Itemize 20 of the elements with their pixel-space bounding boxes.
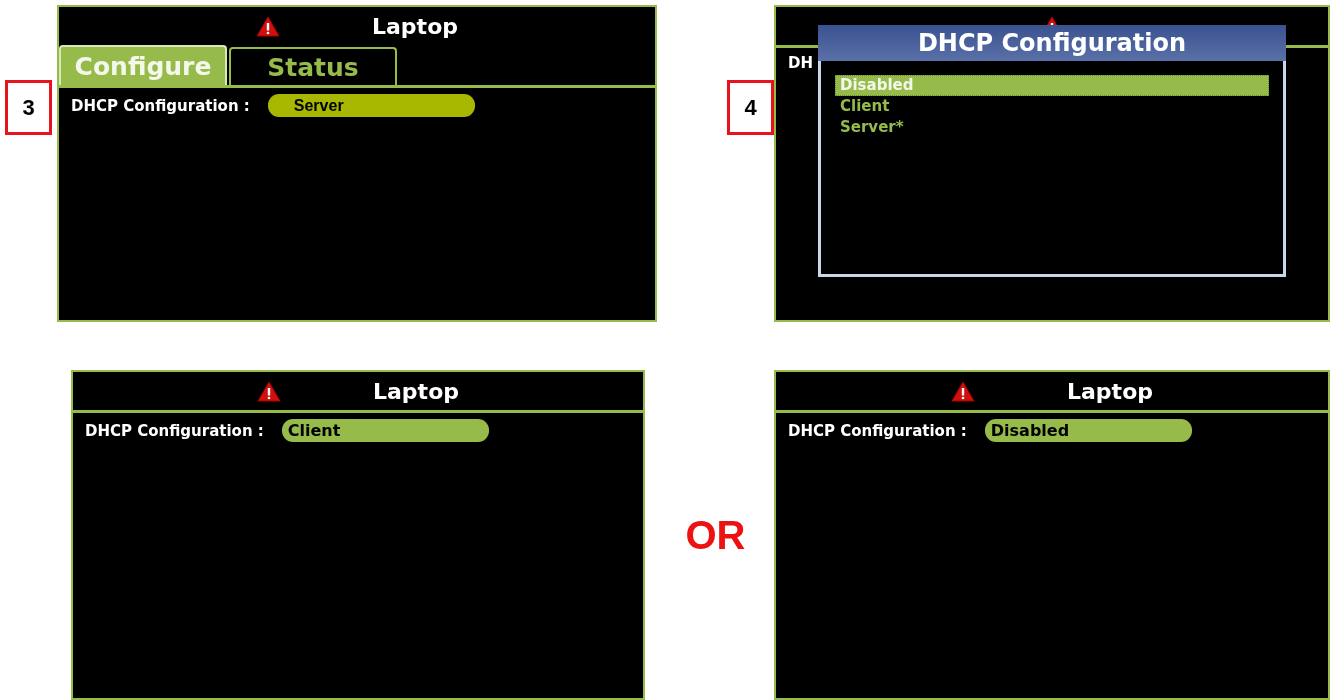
field-label: DH — [788, 54, 813, 72]
step-number: 3 — [5, 80, 52, 135]
screen-title: Laptop — [373, 378, 459, 404]
field-label: DHCP Configuration : — [85, 421, 264, 440]
field-label: DHCP Configuration : — [71, 96, 250, 115]
warning-icon — [256, 15, 280, 37]
or-separator: OR — [685, 512, 746, 558]
dropdown-field[interactable]: Disabled — [984, 419, 1192, 442]
field-label: DHCP Configuration : — [788, 421, 967, 440]
dropdown-field[interactable]: Client — [281, 419, 489, 442]
dropdown-field[interactable]: Server — [267, 94, 475, 117]
warning-icon — [951, 380, 975, 402]
dialog-title: DHCP Configuration — [818, 25, 1286, 61]
step-number: 4 — [727, 80, 774, 135]
option-item[interactable]: Client — [835, 96, 1269, 117]
tab[interactable]: Status — [229, 47, 397, 85]
warning-icon — [257, 380, 281, 402]
option-item[interactable]: Server* — [835, 117, 1269, 138]
screen-title: Laptop — [1067, 378, 1153, 404]
screen-title: Laptop — [372, 13, 458, 39]
